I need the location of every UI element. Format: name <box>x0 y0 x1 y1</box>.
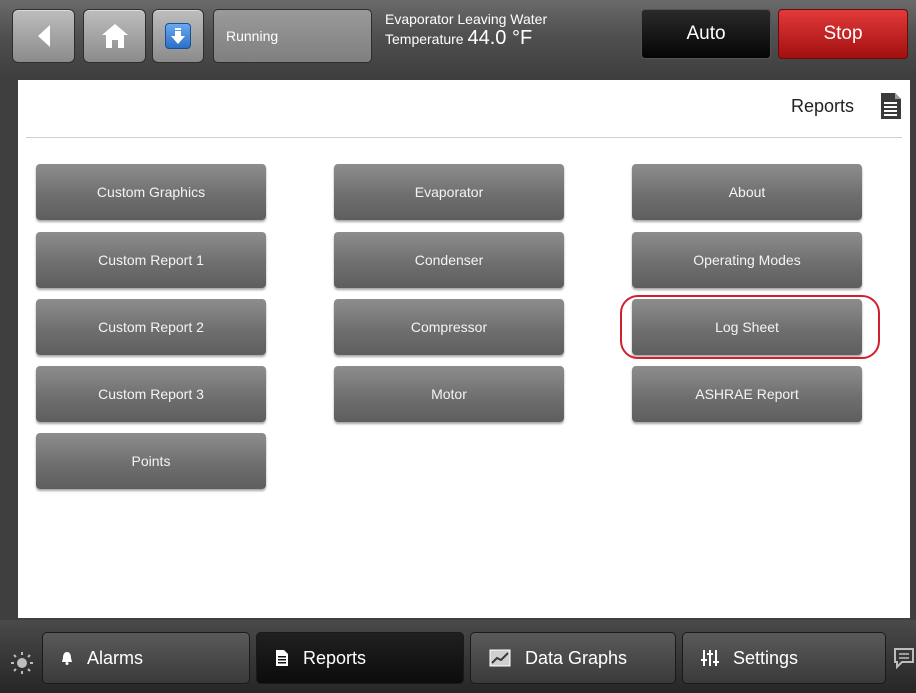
auto-label: Auto <box>686 23 726 44</box>
button-label: ASHRAE Report <box>695 386 799 402</box>
custom-report-1-button[interactable]: Custom Report 1 <box>36 232 266 288</box>
operating-modes-button[interactable]: Operating Modes <box>632 232 862 288</box>
status-display[interactable]: Running <box>213 9 372 63</box>
log-sheet-highlight-ring <box>620 295 880 359</box>
chat-icon[interactable] <box>893 647 915 674</box>
document-icon <box>275 649 289 667</box>
download-arrow-icon <box>165 23 191 49</box>
sun-icon[interactable] <box>10 651 34 680</box>
compressor-button[interactable]: Compressor <box>334 299 564 355</box>
readout-value: 44.0 °F <box>467 27 533 49</box>
button-label: Operating Modes <box>693 252 801 268</box>
readout-label-line2: Temperature <box>385 31 464 47</box>
tab-alarms[interactable]: Alarms <box>42 632 250 684</box>
custom-graphics-button[interactable]: Custom Graphics <box>36 164 266 220</box>
condenser-button[interactable]: Condenser <box>334 232 564 288</box>
button-label: Condenser <box>414 252 484 268</box>
points-button[interactable]: Points <box>36 433 266 489</box>
stop-button[interactable]: Stop <box>778 9 908 59</box>
button-label: Custom Report 2 <box>98 319 204 335</box>
custom-report-2-button[interactable]: Custom Report 2 <box>36 299 266 355</box>
about-button[interactable]: About <box>632 164 862 220</box>
button-label: Custom Graphics <box>96 184 206 200</box>
back-button[interactable] <box>12 9 75 63</box>
page-title: Reports <box>790 96 854 116</box>
chart-icon <box>489 649 511 667</box>
chevron-left-icon <box>37 25 50 47</box>
tab-settings[interactable]: Settings <box>682 632 886 684</box>
button-label: Evaporator <box>414 184 484 200</box>
button-label: Compressor <box>410 319 488 335</box>
status-text: Running <box>226 28 279 44</box>
tab-label: Alarms <box>87 647 144 668</box>
sliders-icon <box>701 649 719 667</box>
evaporator-button[interactable]: Evaporator <box>334 164 564 220</box>
tab-label: Reports <box>303 647 367 668</box>
home-icon <box>101 24 128 48</box>
bottom-nav-bar: Alarms Reports Data Graphs Settings <box>0 620 916 693</box>
temperature-readout: Evaporator Leaving Water Temperature 44.… <box>385 10 625 66</box>
title-divider <box>26 137 902 138</box>
top-bar: Running Evaporator Leaving Water Tempera… <box>0 0 916 78</box>
bell-icon <box>61 651 73 665</box>
button-label: Custom Report 3 <box>98 386 204 402</box>
stop-label: Stop <box>823 23 863 44</box>
tab-data-graphs[interactable]: Data Graphs <box>470 632 676 684</box>
button-label: Points <box>131 453 171 469</box>
button-label: Motor <box>431 386 467 402</box>
motor-button[interactable]: Motor <box>334 366 564 422</box>
ashrae-report-button[interactable]: ASHRAE Report <box>632 366 862 422</box>
auto-button[interactable]: Auto <box>641 9 771 59</box>
document-icon <box>880 92 902 125</box>
custom-report-3-button[interactable]: Custom Report 3 <box>36 366 266 422</box>
tab-reports[interactable]: Reports <box>256 632 464 684</box>
button-label: Custom Report 1 <box>98 252 204 268</box>
tab-label: Settings <box>733 647 799 668</box>
home-button[interactable] <box>83 9 146 63</box>
download-button[interactable] <box>152 9 204 63</box>
button-label: About <box>728 184 766 200</box>
tab-label: Data Graphs <box>525 647 628 668</box>
